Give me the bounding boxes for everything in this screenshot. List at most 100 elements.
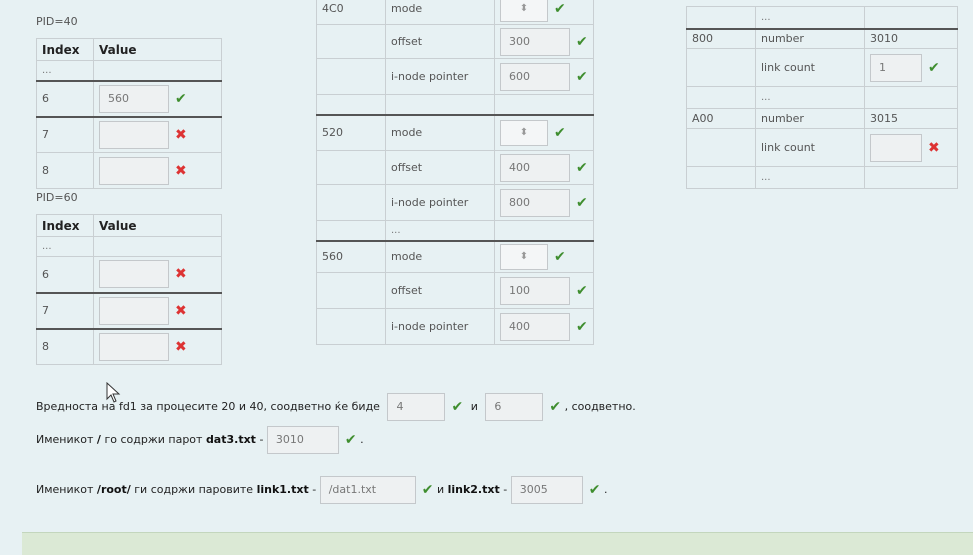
value-input[interactable]: 560 bbox=[99, 84, 169, 113]
field-label: i-node pointer bbox=[385, 308, 495, 345]
pid40-table: Index Value ... 6 560 ✔ 7 ✖ 8 ✖ bbox=[36, 38, 222, 189]
inode-address: A00 bbox=[686, 108, 756, 129]
field-label: number bbox=[755, 27, 865, 49]
table-row: offset 100 ✔ bbox=[316, 272, 594, 309]
field-label: offset bbox=[385, 24, 495, 59]
entry-address: 520 bbox=[316, 113, 386, 151]
entry-address: 560 bbox=[316, 239, 386, 273]
table-row: 520 mode ⬍ ✔ bbox=[316, 113, 594, 151]
field-label: number bbox=[755, 108, 865, 129]
check-icon: ✔ bbox=[421, 482, 434, 498]
inode-pointer-input[interactable]: 600 bbox=[500, 62, 570, 91]
field-label: link count bbox=[755, 128, 865, 167]
fd1-proc40-input[interactable]: 6 bbox=[485, 393, 544, 421]
cross-icon: ✖ bbox=[175, 266, 187, 283]
field-label: link count bbox=[755, 48, 865, 87]
pid60-label: PID=60 bbox=[36, 191, 78, 204]
row-dots: ... bbox=[755, 6, 865, 29]
inode-pointer-input[interactable]: 400 bbox=[500, 312, 570, 341]
cross-icon: ✖ bbox=[928, 139, 940, 156]
check-icon: ✔ bbox=[549, 399, 562, 415]
link2-value-input[interactable]: 3005 bbox=[510, 476, 583, 504]
inode-table: ... 800 number 3010 link count 1 ✔ ... A0… bbox=[686, 6, 958, 189]
inode-address: 800 bbox=[686, 27, 756, 49]
field-value: ✖ bbox=[864, 128, 958, 167]
table-row: 6 560 ✔ bbox=[36, 79, 222, 117]
value-input[interactable] bbox=[99, 260, 169, 289]
row-value: ✖ bbox=[93, 152, 222, 189]
row-index: 8 bbox=[36, 152, 94, 189]
fd1-proc20-input[interactable]: 4 bbox=[387, 393, 446, 421]
field-value: ⬍ ✔ bbox=[494, 0, 594, 25]
offset-input[interactable]: 300 bbox=[500, 27, 570, 56]
field-label: offset bbox=[385, 272, 495, 309]
table-row: ... bbox=[36, 60, 222, 81]
check-icon: ✔ bbox=[576, 194, 588, 211]
table-row: 6 ✖ bbox=[36, 256, 222, 293]
field-value: ⬍ ✔ bbox=[494, 239, 594, 273]
inode-number: 3015 bbox=[864, 108, 958, 129]
link-count-input[interactable]: 1 bbox=[870, 53, 922, 82]
offset-input[interactable]: 100 bbox=[500, 276, 570, 305]
row-value: ✖ bbox=[93, 291, 222, 329]
value-input[interactable] bbox=[99, 296, 169, 325]
table-row: 4C0 mode ⬍ ✔ bbox=[316, 0, 594, 25]
cross-icon: ✖ bbox=[175, 338, 187, 355]
value-input[interactable] bbox=[99, 120, 169, 149]
mode-select[interactable]: ⬍ bbox=[500, 0, 548, 22]
row-value bbox=[93, 236, 222, 257]
field-value: 300 ✔ bbox=[494, 24, 594, 59]
offset-input[interactable]: 400 bbox=[500, 153, 570, 182]
entry-address: 4C0 bbox=[316, 0, 386, 25]
spinner-icon: ⬍ bbox=[519, 250, 529, 262]
field-label: mode bbox=[385, 113, 495, 151]
dat3-inode-input[interactable]: 3010 bbox=[266, 426, 339, 454]
cross-icon: ✖ bbox=[175, 126, 187, 143]
link-count-input[interactable] bbox=[870, 133, 922, 162]
check-icon: ✔ bbox=[576, 159, 588, 176]
row-value bbox=[93, 60, 222, 81]
table-row: link count ✖ bbox=[686, 128, 958, 167]
value-header: Value bbox=[93, 38, 222, 61]
check-icon: ✔ bbox=[588, 482, 601, 498]
table-row: i-node pointer 800 ✔ bbox=[316, 184, 594, 221]
table-row: 560 mode ⬍ ✔ bbox=[316, 239, 594, 273]
field-value: ⬍ ✔ bbox=[494, 113, 594, 151]
row-value: 560 ✔ bbox=[93, 79, 222, 117]
table-row: A00 number 3015 bbox=[686, 108, 958, 129]
pid40-label: PID=40 bbox=[36, 15, 78, 28]
check-icon: ✔ bbox=[554, 124, 566, 141]
field-label: ... bbox=[385, 220, 495, 241]
spinner-icon: ⬍ bbox=[519, 2, 529, 14]
row-dots: ... bbox=[755, 86, 865, 109]
table-row: offset 300 ✔ bbox=[316, 24, 594, 59]
check-icon: ✔ bbox=[928, 59, 940, 76]
field-value: 1 ✔ bbox=[864, 48, 958, 87]
question-dat3: Именикот / го содржи парот dat3.txt - 30… bbox=[36, 426, 364, 454]
mode-select[interactable]: ⬍ bbox=[500, 243, 548, 270]
check-icon: ✔ bbox=[554, 248, 566, 265]
field-value: 400 ✔ bbox=[494, 150, 594, 185]
field-label: mode bbox=[385, 0, 495, 25]
check-icon: ✔ bbox=[344, 432, 357, 448]
value-input[interactable] bbox=[99, 156, 169, 185]
field-label: i-node pointer bbox=[385, 58, 495, 95]
table-row: i-node pointer 400 ✔ bbox=[316, 308, 594, 345]
mode-select[interactable]: ⬍ bbox=[500, 119, 548, 146]
row-index: ... bbox=[36, 236, 94, 257]
field-label: offset bbox=[385, 150, 495, 185]
row-value: ✖ bbox=[93, 256, 222, 293]
table-row: ... bbox=[686, 166, 958, 189]
field-value: 100 ✔ bbox=[494, 272, 594, 309]
row-index: 7 bbox=[36, 115, 94, 153]
value-input[interactable] bbox=[99, 332, 169, 361]
check-icon: ✔ bbox=[576, 68, 588, 85]
cross-icon: ✖ bbox=[175, 302, 187, 319]
field-value: 400 ✔ bbox=[494, 308, 594, 345]
index-header: Index bbox=[36, 214, 94, 237]
inode-pointer-input[interactable]: 800 bbox=[500, 188, 570, 217]
link1-value-input[interactable]: /dat1.txt bbox=[319, 476, 416, 504]
row-index: 6 bbox=[36, 256, 94, 293]
pid60-table: Index Value ... 6 ✖ 7 ✖ 8 ✖ bbox=[36, 214, 222, 365]
inode-number: 3010 bbox=[864, 27, 958, 49]
